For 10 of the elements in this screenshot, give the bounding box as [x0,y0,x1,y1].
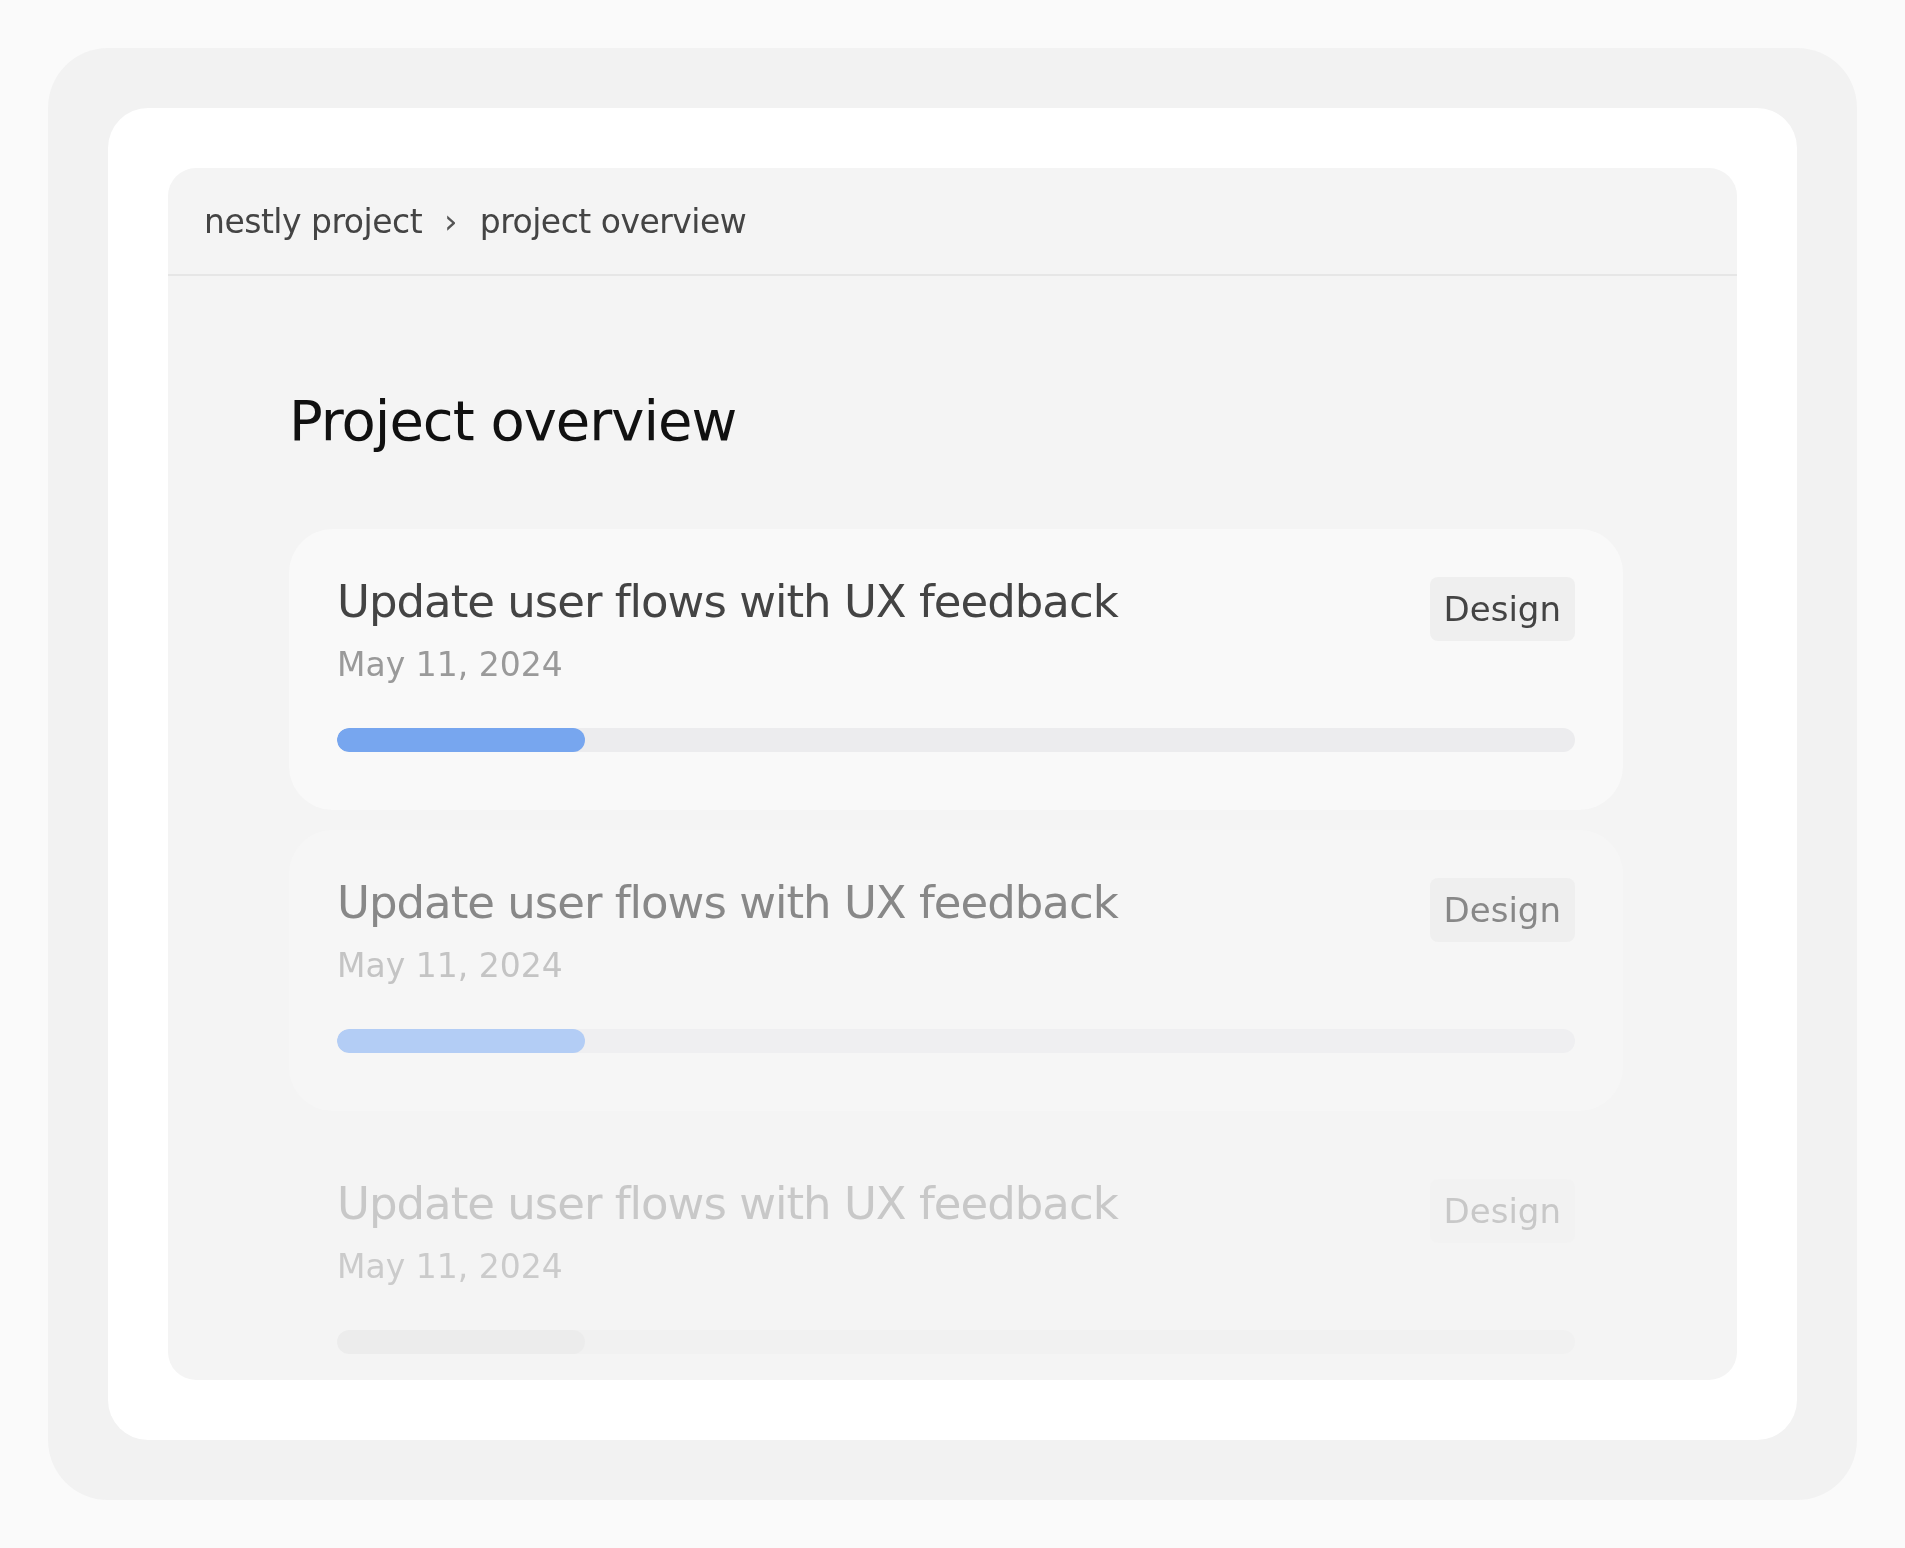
chevron-icon: › [444,201,458,241]
breadcrumb-link[interactable]: project overview [479,201,747,241]
task-title: Update user flows with UX feedback [337,878,1118,928]
category-tag: Design [1429,577,1575,641]
task-date: May 11, 2024 [337,644,564,684]
category-tag: Design [1429,878,1575,942]
page-title: Project overview [289,388,738,453]
task-title: Update user flows with UX feedback [337,577,1118,627]
task-card[interactable]: Update user flows with UX feedback May 11, 2024 Design [289,529,1623,810]
breadcrumb-link[interactable]: nestly project [204,201,423,241]
